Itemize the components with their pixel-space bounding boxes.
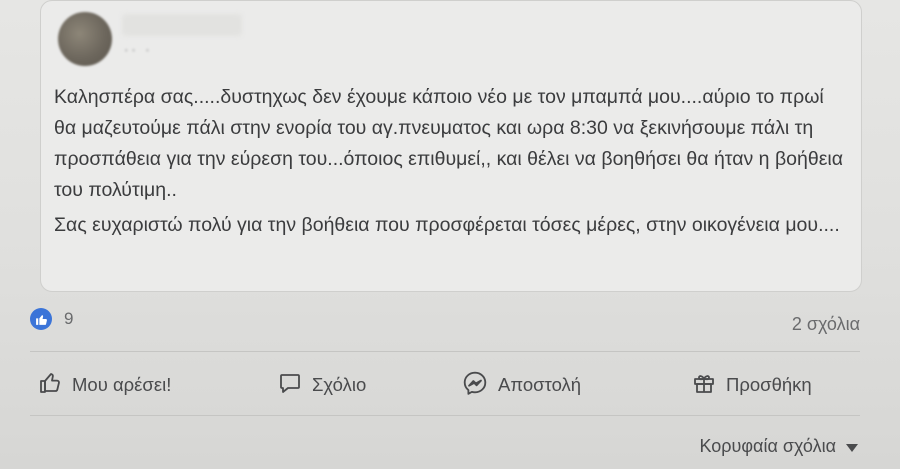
reactions-summary[interactable]: 9: [30, 308, 73, 330]
divider: [30, 415, 860, 416]
like-icon: [30, 308, 52, 330]
gift-button[interactable]: Προσθήκη: [692, 362, 812, 408]
screen: ·· · Καλησπέρα σας.....δυστηχως δεν έχου…: [0, 0, 900, 469]
messenger-icon: [462, 370, 498, 401]
comment-button-label: Σχόλιο: [312, 374, 367, 395]
comment-button[interactable]: Σχόλιο: [278, 362, 366, 408]
comments-count-link[interactable]: 2 σχόλια: [792, 314, 860, 335]
action-bar: Μου αρέσει! Σχόλιο Αποστολή Προσθήκη: [30, 362, 860, 408]
author-name[interactable]: [122, 14, 242, 36]
gift-icon: [692, 371, 726, 400]
caret-down-icon: [836, 436, 858, 457]
send-button[interactable]: Αποστολή: [462, 362, 581, 408]
like-button-label: Μου αρέσει!: [72, 374, 172, 395]
avatar[interactable]: [58, 12, 112, 66]
gift-button-label: Προσθήκη: [726, 374, 812, 395]
comment-sort-label: Κορυφαία σχόλια: [699, 436, 836, 456]
post-paragraph-2: Σας ευχαριστώ πολύ για την βοήθεια που π…: [54, 214, 840, 236]
thumbs-up-icon: [38, 371, 72, 400]
comment-bubble-icon: [278, 371, 312, 400]
reaction-count: 9: [64, 309, 74, 328]
send-button-label: Αποστολή: [498, 374, 582, 395]
comment-sort-dropdown[interactable]: Κορυφαία σχόλια: [699, 436, 858, 457]
like-button[interactable]: Μου αρέσει!: [38, 362, 171, 408]
post-text: Καλησπέρα σας.....δυστηχως δεν έχουμε κά…: [54, 82, 844, 241]
post-paragraph-1: Καλησπέρα σας.....δυστηχως δεν έχουμε κά…: [54, 86, 843, 201]
divider: [30, 351, 860, 352]
author-meta: ·· ·: [124, 42, 153, 57]
